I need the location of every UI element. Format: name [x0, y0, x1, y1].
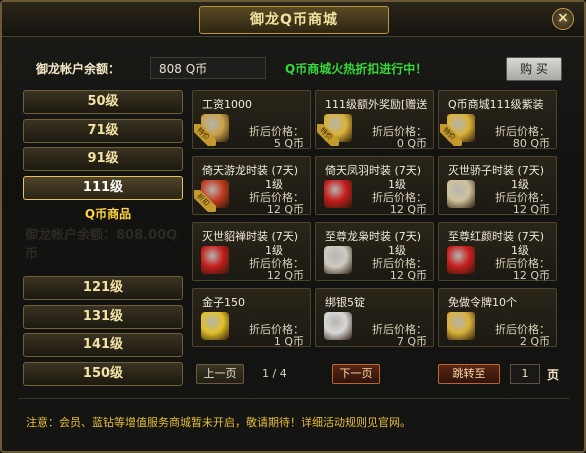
item-price: 80 Q币 — [512, 137, 550, 150]
item-price: 7 Q币 — [396, 335, 427, 348]
page-number-input[interactable]: 1 — [510, 364, 540, 384]
divider — [18, 398, 570, 399]
window-title: 御龙Q币商城 — [199, 6, 389, 34]
discount-ribbon: 特价 — [194, 124, 216, 146]
promo-text: Q币商城火热折扣进行中！ — [285, 62, 428, 76]
item-card[interactable]: 金子150 折后价格： 1 Q币 — [192, 288, 311, 348]
next-page-button[interactable]: 下一页 — [332, 364, 380, 384]
item-price: 12 Q币 — [389, 269, 427, 282]
item-card[interactable]: 倚天凤羽时装 (7天) 1级 折后价格： 12 Q币 — [315, 156, 434, 216]
discount-ribbon: 特价 — [317, 124, 339, 146]
item-price: 2 Q币 — [519, 335, 550, 348]
item-card[interactable]: 至尊红颜时装 (7天) 1级 折后价格： 12 Q币 — [438, 222, 557, 282]
level-tab-150[interactable]: 150级 — [23, 362, 183, 386]
shop-window: 御龙Q币商城 × 御龙帐户余额： 808 Q币 Q币商城火热折扣进行中！ 购 买… — [0, 0, 586, 453]
ribbon-label: 折扣 — [194, 190, 216, 212]
item-card[interactable]: 折扣 倚天游龙时装 (7天) 1级 折后价格： 12 Q币 — [192, 156, 311, 216]
page-unit-label: 页 — [547, 368, 560, 382]
item-price: 1 Q币 — [273, 335, 304, 348]
item-name: 灭世貂禅时装 (7天) — [202, 230, 299, 243]
jump-button[interactable]: 跳转至 — [438, 364, 500, 384]
costume-icon — [447, 180, 475, 208]
item-name: 绑银5锭 — [325, 296, 365, 309]
item-price: 12 Q币 — [389, 203, 427, 216]
item-name: 金子150 — [202, 296, 245, 309]
buy-button[interactable]: 购 买 — [506, 57, 562, 81]
item-name: 倚天凤羽时装 (7天) — [325, 164, 422, 177]
level-tab-141[interactable]: 141级 — [23, 333, 183, 357]
prev-page-button[interactable]: 上一页 — [196, 364, 244, 384]
item-card[interactable]: 特价 Q币商城111级紫装 折后价格： 80 Q币 — [438, 90, 557, 150]
item-price: 12 Q币 — [512, 269, 550, 282]
ribbon-label: 特价 — [440, 124, 462, 146]
item-name: 灭世骄子时装 (7天) — [448, 164, 545, 177]
category-tag[interactable]: Q币商品 — [73, 205, 143, 223]
ribbon-label: 特价 — [194, 124, 216, 146]
item-name: 至尊龙枭时装 (7天) — [325, 230, 422, 243]
item-name: Q币商城111级紫装 — [448, 98, 544, 111]
ribbon-label: 特价 — [317, 124, 339, 146]
item-card[interactable]: 灭世貂禅时装 (7天) 1级 折后价格： 12 Q币 — [192, 222, 311, 282]
close-button[interactable]: × — [552, 8, 574, 30]
item-price: 0 Q币 — [396, 137, 427, 150]
level-tab-121[interactable]: 121级 — [23, 276, 183, 300]
level-tab-91[interactable]: 91级 — [23, 147, 183, 171]
item-name: 倚天游龙时装 (7天) — [202, 164, 299, 177]
costume-icon — [324, 180, 352, 208]
item-price: 12 Q币 — [512, 203, 550, 216]
level-tab-50[interactable]: 50级 — [23, 90, 183, 114]
item-card[interactable]: 至尊龙枭时装 (7天) 1级 折后价格： 12 Q币 — [315, 222, 434, 282]
notice-text: 注意：会员、蓝钻等增值服务商城暂未开启，敬请期待！详细活动规则见官网。 — [26, 416, 411, 429]
balance-label: 御龙帐户余额： — [36, 62, 121, 76]
item-price: 5 Q币 — [273, 137, 304, 150]
silver-ingot-icon — [324, 312, 352, 340]
costume-icon — [201, 246, 229, 274]
item-card[interactable]: 免做令牌10个 折后价格： 2 Q币 — [438, 288, 557, 348]
item-card[interactable]: 绑银5锭 折后价格： 7 Q币 — [315, 288, 434, 348]
level-tab-111[interactable]: 111级 — [23, 176, 183, 200]
item-card[interactable]: 特价 工资1000 折后价格： 5 Q币 — [192, 90, 311, 150]
item-name: 免做令牌10个 — [448, 296, 517, 309]
item-name: 工资1000 — [202, 98, 252, 111]
account-bar: 御龙帐户余额： 808 Q币 Q币商城火热折扣进行中！ 购 买 — [30, 57, 564, 81]
costume-icon — [324, 246, 352, 274]
gift-box-icon — [447, 312, 475, 340]
level-tab-71[interactable]: 71级 — [23, 119, 183, 143]
watermark-text: 御龙帐户余额：808.00Q币 — [25, 228, 178, 262]
item-grid: 特价 工资1000 折后价格： 5 Q币 特价 111级额外奖励[赠送 折后价格： 0 Q币特… — [192, 90, 562, 352]
pagination: 上一页 1 / 4 下一页 跳转至 1 页 — [192, 362, 562, 386]
level-menu: 御龙帐户余额：808.00Q币 50级 71级 91级 111级 Q币商品 12… — [19, 86, 185, 386]
costume-icon — [447, 246, 475, 274]
item-price: 12 Q币 — [266, 203, 304, 216]
discount-ribbon: 特价 — [440, 124, 462, 146]
title-bar: 御龙Q币商城 × — [2, 2, 584, 37]
item-name: 111级额外奖励[赠送 — [325, 98, 428, 111]
item-price: 12 Q币 — [266, 269, 304, 282]
level-tab-131[interactable]: 131级 — [23, 305, 183, 329]
item-name: 至尊红颜时装 (7天) — [448, 230, 545, 243]
balance-value: 808 Q币 — [150, 57, 266, 79]
item-card[interactable]: 特价 111级额外奖励[赠送 折后价格： 0 Q币 — [315, 90, 434, 150]
gold-ingot-icon — [201, 312, 229, 340]
page-info: 1 / 4 — [262, 367, 287, 380]
discount-ribbon: 折扣 — [194, 190, 216, 212]
item-card[interactable]: 灭世骄子时装 (7天) 1级 折后价格： 12 Q币 — [438, 156, 557, 216]
